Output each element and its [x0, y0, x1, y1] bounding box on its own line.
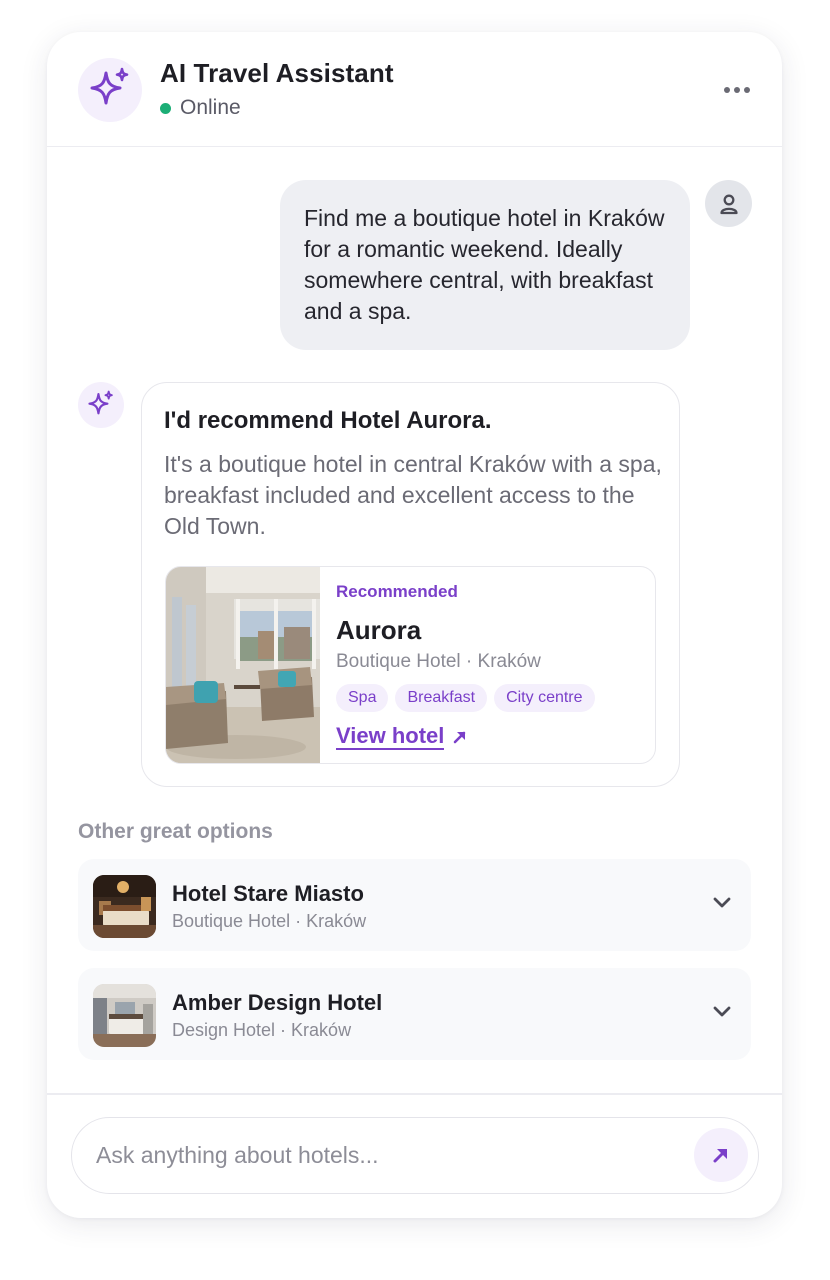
- view-hotel-link[interactable]: View hotel: [336, 724, 468, 750]
- hotel-name: Aurora: [336, 615, 422, 645]
- tag-spa: Spa: [336, 684, 389, 712]
- view-hotel-label: View hotel: [336, 723, 445, 750]
- chat-window: AI Travel Assistant Online Find me a bou…: [47, 32, 782, 1218]
- ai-message-bubble: I'd recommend Hotel Aurora. It's a bouti…: [141, 382, 680, 787]
- user-icon: [719, 194, 738, 214]
- arrow-up-right-icon: [454, 731, 466, 744]
- chevron-down-icon[interactable]: [712, 1004, 732, 1018]
- option-amber-design-hotel[interactable]: Amber Design Hotel Design Hotel · Kraków: [78, 968, 751, 1060]
- send-button[interactable]: [694, 1128, 748, 1182]
- more-dot: [744, 87, 750, 93]
- user-message-bubble: Find me a boutique hotel in Kraków for a…: [280, 180, 690, 350]
- status-indicator: Online: [160, 96, 241, 120]
- chat-header: AI Travel Assistant Online: [47, 32, 782, 147]
- chat-input[interactable]: [96, 1132, 666, 1178]
- tag-city-centre: City centre: [494, 684, 595, 712]
- hotel-thumbnail: [93, 984, 156, 1047]
- recommended-badge: Recommended: [336, 582, 458, 601]
- ai-message-text: It's a boutique hotel in central Kraków …: [164, 451, 662, 539]
- hotel-thumbnail: [93, 875, 156, 938]
- more-horizontal-icon: [724, 87, 730, 93]
- composer-divider: [47, 1093, 782, 1095]
- user-avatar: [705, 180, 752, 227]
- tag-breakfast: Breakfast: [395, 684, 488, 712]
- ai-avatar: [78, 382, 124, 428]
- option-name: Hotel Stare Miasto: [172, 881, 364, 906]
- more-dot: [734, 87, 740, 93]
- hotel-photo: [166, 567, 320, 763]
- option-hotel-stare-miasto[interactable]: Hotel Stare Miasto Boutique Hotel · Krak…: [78, 859, 751, 951]
- ai-message-heading: I'd recommend Hotel Aurora.: [164, 407, 492, 434]
- sparkles-icon: [90, 67, 129, 105]
- status-text: Online: [180, 96, 241, 119]
- composer: [71, 1117, 759, 1194]
- more-options-button[interactable]: [719, 80, 755, 100]
- recommended-hotel-card[interactable]: Recommended Aurora Boutique Hotel · Krak…: [165, 566, 656, 764]
- online-dot-icon: [160, 102, 171, 114]
- hotel-subtitle: Boutique Hotel · Kraków: [336, 651, 541, 672]
- arrow-up-right-icon: [713, 1149, 727, 1163]
- app-title: AI Travel Assistant: [160, 58, 394, 88]
- assistant-avatar: [78, 58, 142, 122]
- hotel-tags: Spa Breakfast City centre: [336, 684, 595, 712]
- sparkles-icon: [88, 390, 113, 415]
- other-options-heading: Other great options: [78, 820, 273, 843]
- chevron-down-icon[interactable]: [712, 895, 732, 909]
- option-subtitle: Design Hotel · Kraków: [172, 1020, 352, 1040]
- option-name: Amber Design Hotel: [172, 990, 383, 1015]
- option-subtitle: Boutique Hotel · Kraków: [172, 911, 367, 931]
